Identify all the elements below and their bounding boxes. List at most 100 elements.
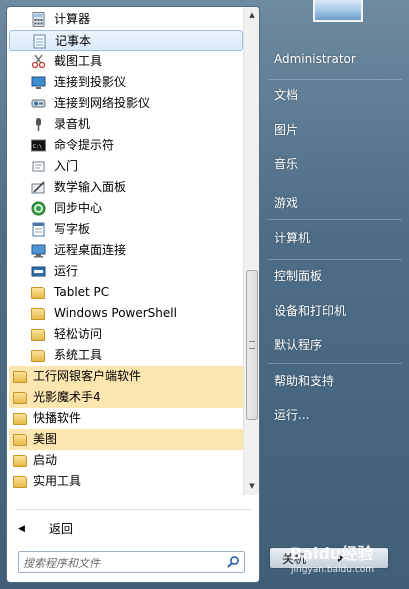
program-label: 光影魔术手4 [33, 390, 101, 404]
user-picture[interactable] [313, 0, 363, 22]
folder-icon [31, 329, 45, 341]
run-icon [31, 264, 46, 279]
microphone-icon [31, 117, 46, 132]
program-folder[interactable]: 美图 [9, 429, 243, 450]
folder-icon [31, 350, 45, 362]
program-folder[interactable]: Tablet PC [9, 282, 243, 303]
program-label: 运行 [54, 264, 79, 278]
projector-icon [31, 75, 46, 90]
back-label: 返回 [49, 522, 74, 536]
right-separator [268, 219, 402, 220]
program-item[interactable]: C:\ 命令提示符 [9, 135, 243, 156]
folder-icon [31, 308, 45, 320]
network-projector-icon [31, 96, 46, 111]
math-input-icon [31, 180, 46, 195]
right-menu-item[interactable]: 文档 [274, 86, 298, 103]
program-label: 快播软件 [33, 411, 82, 425]
folder-icon [13, 434, 27, 446]
program-item[interactable]: 远程桌面连接 [9, 240, 243, 261]
program-folder[interactable]: 快播软件 [9, 408, 243, 429]
folder-icon [13, 392, 27, 404]
program-item[interactable]: 计算器 [9, 9, 243, 30]
search-input[interactable] [21, 553, 221, 573]
program-label: 写字板 [54, 222, 91, 236]
sync-center-icon [31, 201, 46, 216]
program-folder[interactable]: 光影魔术手4 [9, 387, 243, 408]
right-menu-item[interactable]: 计算机 [274, 229, 310, 246]
folder-icon [13, 413, 27, 425]
right-menu-item[interactable]: 控制面板 [274, 267, 322, 284]
scroll-up-arrow-icon[interactable]: ▲ [246, 10, 258, 20]
program-label: 工行网银客户端软件 [33, 369, 142, 383]
folder-icon [13, 371, 27, 383]
program-label: 连接到网络投影仪 [54, 96, 151, 110]
scroll-down-arrow-icon[interactable]: ▼ [246, 481, 258, 491]
folder-icon [13, 476, 27, 488]
watermark-url: jingyan.baidu.com [291, 565, 375, 575]
program-item[interactable]: 运行 [9, 261, 243, 282]
back-button[interactable]: ◀ 返回 [7, 517, 243, 541]
right-menu-item[interactable]: 图片 [274, 121, 298, 138]
right-menu-item[interactable]: 游戏 [274, 194, 298, 211]
left-panel: 计算器记事本截图工具连接到投影仪连接到网络投影仪 录音机 C:\ 命令提示符入门数学输… [6, 6, 260, 583]
program-item[interactable]: 数学输入面板 [9, 177, 243, 198]
program-label: 启动 [33, 453, 58, 467]
user-name[interactable]: Administrator [274, 52, 356, 66]
program-label: 截图工具 [54, 54, 103, 68]
command-prompt-icon: C:\ [31, 138, 46, 153]
right-separator [268, 363, 402, 364]
program-folder[interactable]: Windows PowerShell [9, 303, 243, 324]
program-label: 实用工具 [33, 474, 82, 488]
program-item[interactable]: 截图工具 [9, 51, 243, 72]
program-folder[interactable]: 启动 [9, 450, 243, 471]
divider [15, 509, 251, 510]
wordpad-icon [31, 222, 46, 237]
all-programs-list: 计算器记事本截图工具连接到投影仪连接到网络投影仪 录音机 C:\ 命令提示符入门数学输… [7, 7, 243, 495]
program-label: 计算器 [54, 12, 91, 26]
program-label: 命令提示符 [54, 138, 115, 152]
remote-desktop-icon [31, 243, 46, 258]
search-icon[interactable] [226, 555, 240, 569]
program-label: 记事本 [55, 34, 92, 48]
program-label: 同步中心 [54, 201, 103, 215]
svg-text:C:\: C:\ [33, 144, 42, 150]
program-label: Tablet PC [54, 285, 110, 299]
program-label: Windows PowerShell [54, 306, 177, 320]
program-item[interactable]: 入门 [9, 156, 243, 177]
right-menu-item[interactable]: 运行... [274, 406, 309, 423]
search-box[interactable] [18, 551, 245, 573]
right-menu-item[interactable]: 音乐 [274, 155, 298, 172]
calculator-icon [31, 12, 46, 27]
program-item[interactable]: 同步中心 [9, 198, 243, 219]
program-item[interactable]: 连接到投影仪 [9, 72, 243, 93]
program-label: 录音机 [54, 117, 91, 131]
scrollbar-grip-icon [249, 341, 255, 349]
right-menu-item[interactable]: 设备和打印机 [274, 302, 346, 319]
program-item[interactable]: 写字板 [9, 219, 243, 240]
scrollbar[interactable]: ▲ ▼ [243, 7, 259, 495]
right-separator [268, 259, 402, 260]
program-item[interactable]: 连接到网络投影仪 [9, 93, 243, 114]
program-label: 连接到投影仪 [54, 75, 127, 89]
getting-started-icon [31, 159, 46, 174]
right-separator [268, 79, 402, 80]
snipping-tool-icon [31, 54, 46, 69]
program-folder[interactable]: 工行网银客户端软件 [9, 366, 243, 387]
watermark-logo: Baidu经验 [290, 544, 374, 563]
program-label: 远程桌面连接 [54, 243, 127, 257]
program-folder[interactable]: 轻松访问 [9, 324, 243, 345]
program-label: 数学输入面板 [54, 180, 127, 194]
program-item[interactable]: 记事本 [9, 30, 243, 51]
start-menu: 计算器记事本截图工具连接到投影仪连接到网络投影仪 录音机 C:\ 命令提示符入门数学输… [0, 0, 409, 589]
program-folder[interactable]: 系统工具 [9, 345, 243, 366]
scrollbar-thumb[interactable] [246, 270, 258, 420]
program-label: 系统工具 [54, 348, 103, 362]
program-item[interactable]: 录音机 [9, 114, 243, 135]
program-label: 轻松访问 [54, 327, 103, 341]
right-menu-item[interactable]: 默认程序 [274, 336, 322, 353]
notepad-icon [32, 34, 47, 49]
program-folder[interactable]: 实用工具 [9, 471, 243, 492]
back-arrow-icon: ◀ [18, 524, 25, 534]
right-menu-item[interactable]: 帮助和支持 [274, 372, 334, 389]
folder-icon [13, 455, 27, 467]
